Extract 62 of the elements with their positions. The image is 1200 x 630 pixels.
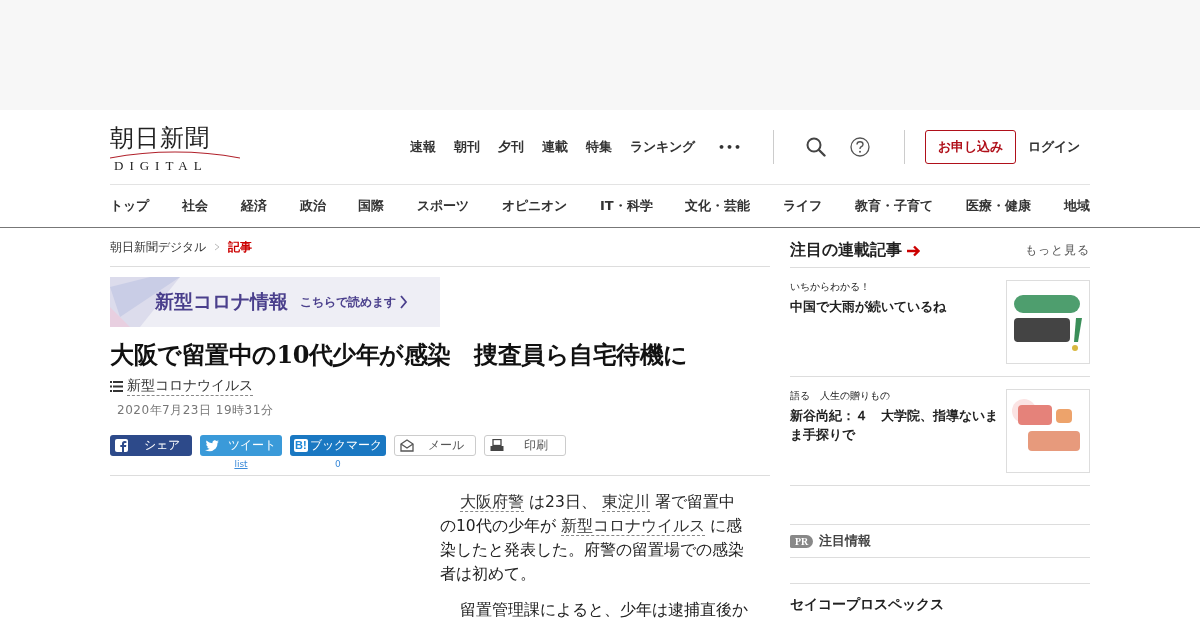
category-link[interactable]: 教育・子育て [855,197,934,215]
share-button[interactable]: メール [393,435,476,456]
share-button[interactable]: 印刷 [483,435,566,456]
banner-link[interactable]: こちらで読めます [300,293,396,311]
breadcrumb-link[interactable]: 朝日新聞デジタル [110,238,206,256]
breadcrumb-link[interactable]: 記事 [228,238,252,256]
topic-link[interactable]: 新型コロナウイルス [127,377,253,396]
nav-link[interactable]: 特集 [585,138,612,156]
category-link[interactable]: 文化・芸能 [685,197,751,215]
keyword-link[interactable]: 東淀川 [601,493,650,512]
corona-banner[interactable]: 新型コロナ情報 こちらで読めます [110,277,440,327]
keyword-link[interactable]: 新型コロナウイルス [560,517,705,536]
ad-title[interactable]: セイコープロスペックス [790,596,1090,614]
article-paragraph: 大阪府警 は23日、 東淀川 署で留置中の10代の少年が 新型コロナウイルス に感染したと発表した。府警の留置場での感染者は初めて。 [440,492,745,585]
subscribe-button[interactable]: お申し込み [925,130,1016,164]
article-paragraph: 留置管理課によると、少年は逮捕直後か [459,600,750,621]
article-link[interactable]: 中国で大雨が続いているね [790,297,1000,316]
banner-title: 新型コロナ情報 [155,289,288,314]
logo[interactable]: 朝日新聞 DIGITAL [110,125,240,173]
category-link[interactable]: 医療・健康 [966,197,1031,215]
series-label: 語る 人生の贈りもの [790,389,891,403]
section-heading[interactable]: 注目の連載記事 [790,240,902,261]
section-heading: 注目情報 [819,532,872,550]
share-button[interactable]: シェア [110,435,192,456]
category-link[interactable]: 国際 [358,197,385,215]
list-icon [110,381,123,392]
nav-link[interactable]: 夕刊 [497,138,524,156]
pr-badge: PR [790,534,814,548]
share-button[interactable]: B! ブックマーク [290,435,386,456]
hatena-icon: B! [294,439,308,452]
category-link[interactable]: スポーツ [417,197,470,215]
envelope-icon [399,439,414,452]
article-link[interactable]: 新谷尚紀：４ 大学院、指導ないまま手探りで [790,406,1000,444]
facebook-icon [115,439,129,452]
category-link[interactable]: 地域 [1063,197,1090,215]
more-link[interactable]: もっと見る [1025,242,1090,259]
share-count[interactable]: 0 [334,458,341,470]
series-label: いちからわかる！ [790,280,871,294]
article-title: 大阪で留置中の10代少年が感染 捜査員ら自宅待機に [110,339,689,371]
category-link[interactable]: 社会 [181,197,208,215]
more-menu[interactable]: ••• [717,140,742,154]
category-link[interactable]: オピニオン [502,197,568,215]
bird-icon [205,439,219,452]
nav-link[interactable]: 朝刊 [453,138,480,156]
arrow-icon [906,243,920,258]
keyword-link[interactable]: 大阪府警 [460,493,525,512]
category-link[interactable]: 経済 [240,197,267,215]
category-link[interactable]: 政治 [299,197,326,215]
nav-link[interactable]: 連載 [541,138,568,156]
category-link[interactable]: IT・科学 [599,197,653,215]
category-link[interactable]: トップ [110,197,149,215]
search-icon[interactable] [806,137,826,157]
printer-icon [489,439,504,452]
chevron-icon [400,295,408,309]
chevron-icon [214,243,220,251]
category-link[interactable]: ライフ [783,197,823,215]
share-count[interactable]: list [234,458,248,470]
login-link[interactable]: ログイン [1028,138,1080,156]
publish-date: 2020年7月23日 19時31分 [117,402,275,419]
nav-link[interactable]: 速報 [409,138,436,156]
nav-link[interactable]: ランキング [629,138,695,156]
help-icon[interactable] [850,137,870,157]
